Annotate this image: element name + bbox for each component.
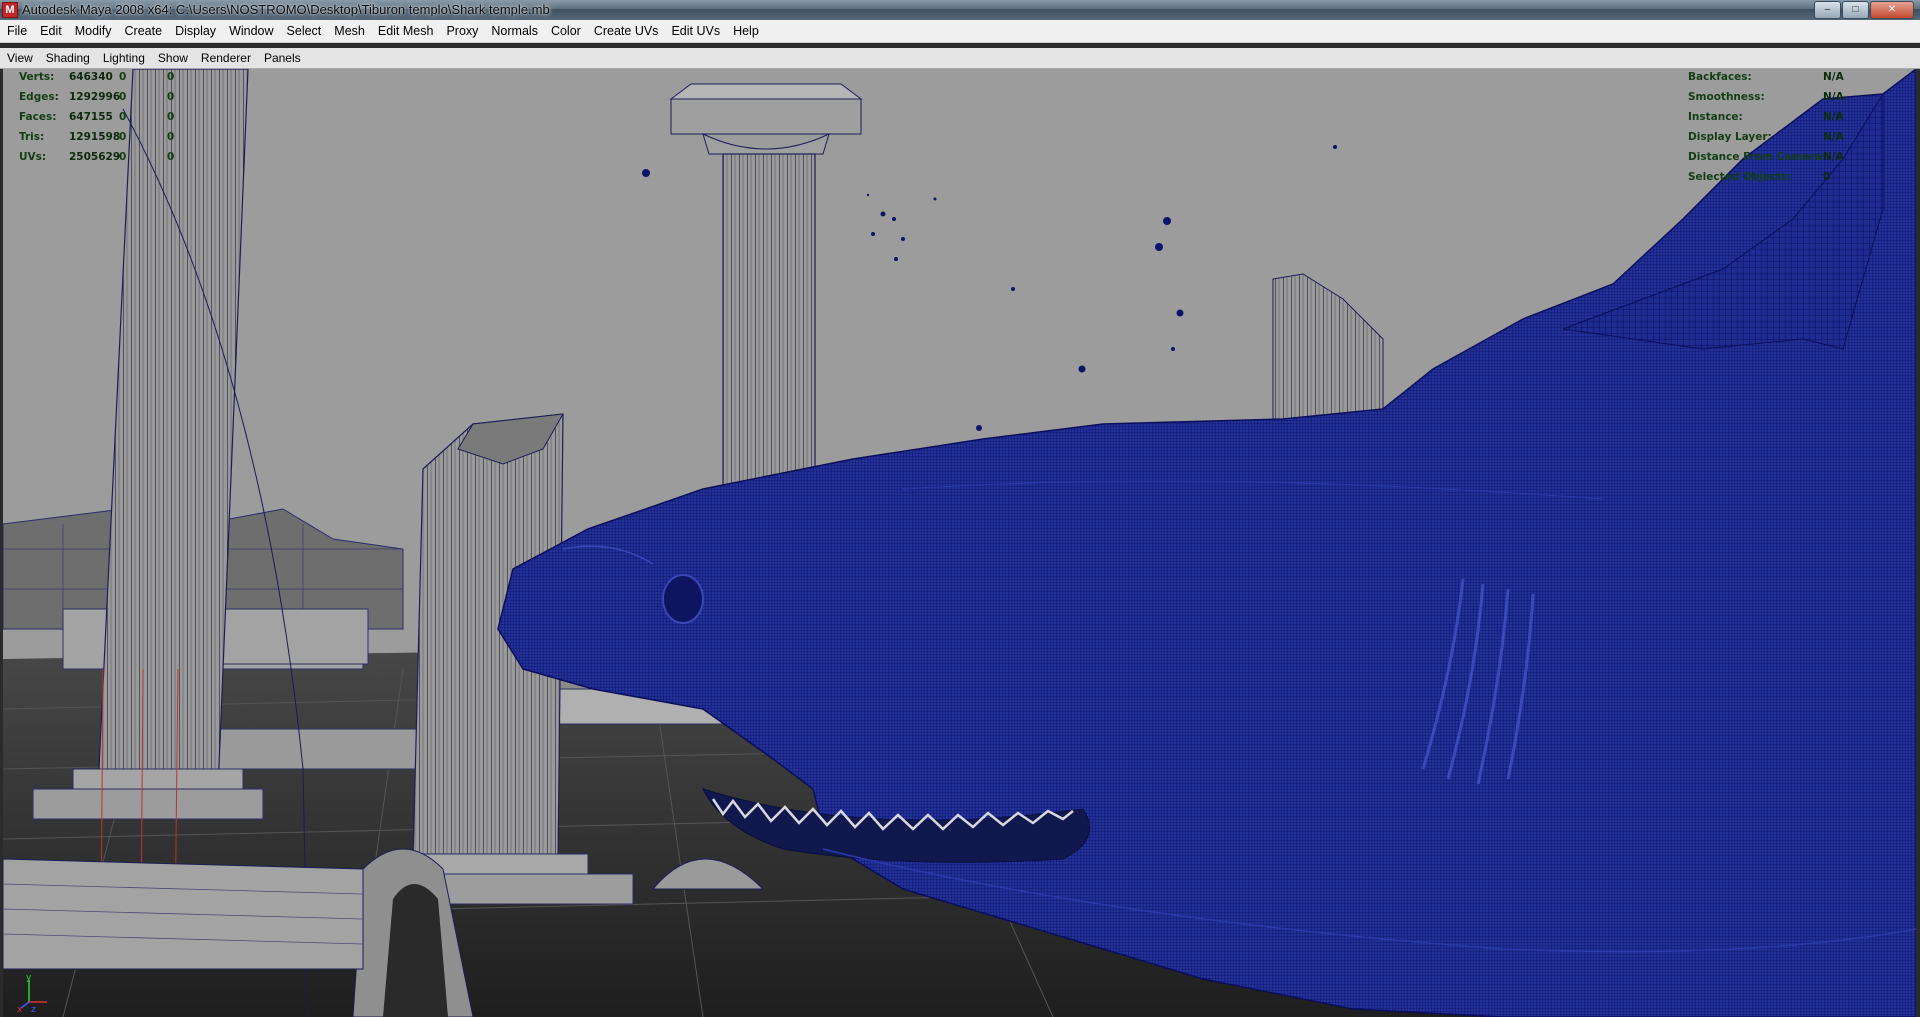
hud-extra: 0 [167, 111, 175, 123]
hud-label: Smoothness: [1688, 91, 1765, 103]
menu-window[interactable]: Window [222, 24, 279, 38]
hud-extra: 0 [167, 151, 175, 163]
perspective-viewport[interactable]: Verts: 646340 0 0 Edges: 1292996 0 0 Fac… [3, 69, 1916, 1017]
hud-value: N/A [1823, 71, 1844, 83]
menu-proxy[interactable]: Proxy [439, 24, 484, 38]
menu-display[interactable]: Display [168, 24, 222, 38]
menu-normals[interactable]: Normals [484, 24, 544, 38]
hud-value: N/A [1823, 91, 1844, 103]
menu-create-uvs[interactable]: Create UVs [587, 24, 665, 38]
main-menu-bar: File Edit Modify Create Display Window S… [0, 20, 1920, 43]
hud-selected: 0 [119, 151, 127, 163]
hud-label: Tris: [19, 131, 45, 143]
hud-value: 647155 [69, 111, 113, 123]
scene-render[interactable] [3, 69, 1916, 1017]
hud-value: 0 [1823, 171, 1831, 183]
maximize-button[interactable]: □ [1842, 1, 1869, 19]
hud-selected: 0 [119, 71, 127, 83]
panel-menu-lighting[interactable]: Lighting [96, 51, 151, 65]
menu-create[interactable]: Create [118, 24, 169, 38]
hud-extra: 0 [167, 71, 175, 83]
hud-value: N/A [1823, 111, 1844, 123]
hud-value: 1292996 [69, 91, 121, 103]
hud-value: 2505629 [69, 151, 121, 163]
panel-menu-shading[interactable]: Shading [39, 51, 96, 65]
panel-menu-renderer[interactable]: Renderer [194, 51, 257, 65]
viewport-panel-menu: View Shading Lighting Show Renderer Pane… [0, 48, 1920, 69]
hud-label: Distance From Camera: [1688, 151, 1826, 163]
window-title: Autodesk Maya 2008 x64: C:\Users\NOSTROM… [22, 2, 550, 17]
maya-app-icon[interactable]: M [2, 2, 18, 18]
panel-menu-view[interactable]: View [0, 51, 39, 65]
hud-selected: 0 [119, 91, 127, 103]
title-bar: M Autodesk Maya 2008 x64: C:\Users\NOSTR… [0, 0, 1920, 20]
hud-label: UVs: [19, 151, 47, 163]
hud-label: Faces: [19, 111, 57, 123]
minimize-button[interactable]: – [1814, 1, 1841, 19]
menu-help[interactable]: Help [726, 24, 765, 38]
window-controls: – □ ✕ [1813, 1, 1914, 19]
menu-file[interactable]: File [0, 24, 33, 38]
hud-selected: 0 [119, 131, 127, 143]
hud-value: 1291598 [69, 131, 121, 143]
axis-label-y: y [26, 974, 32, 983]
menu-edit-mesh[interactable]: Edit Mesh [371, 24, 440, 38]
hud-value: 646340 [69, 71, 113, 83]
hud-label: Display Layer: [1688, 131, 1772, 143]
menu-mesh[interactable]: Mesh [327, 24, 371, 38]
menu-select[interactable]: Select [280, 24, 328, 38]
hud-label: Backfaces: [1688, 71, 1752, 83]
menu-color[interactable]: Color [544, 24, 587, 38]
axis-label-z: z [31, 1005, 36, 1014]
hud-selected: 0 [119, 111, 127, 123]
axis-gizmo-icon: y x z [17, 974, 47, 1014]
axis-label-x: x [17, 1005, 23, 1014]
column-left [32, 69, 264, 930]
hud-label: Selected Objects: [1688, 171, 1792, 183]
panel-menu-panels[interactable]: Panels [257, 51, 307, 65]
hud-extra: 0 [167, 91, 175, 103]
menu-edit-uvs[interactable]: Edit UVs [664, 24, 726, 38]
close-button[interactable]: ✕ [1870, 1, 1914, 19]
hud-extra: 0 [167, 131, 175, 143]
hud-label: Instance: [1688, 111, 1743, 123]
panel-menu-show[interactable]: Show [151, 51, 194, 65]
menu-edit[interactable]: Edit [33, 24, 68, 38]
hud-label: Verts: [19, 71, 55, 83]
menu-modify[interactable]: Modify [68, 24, 118, 38]
hud-value: N/A [1823, 151, 1844, 163]
hud-label: Edges: [19, 91, 59, 103]
hud-value: N/A [1823, 131, 1844, 143]
